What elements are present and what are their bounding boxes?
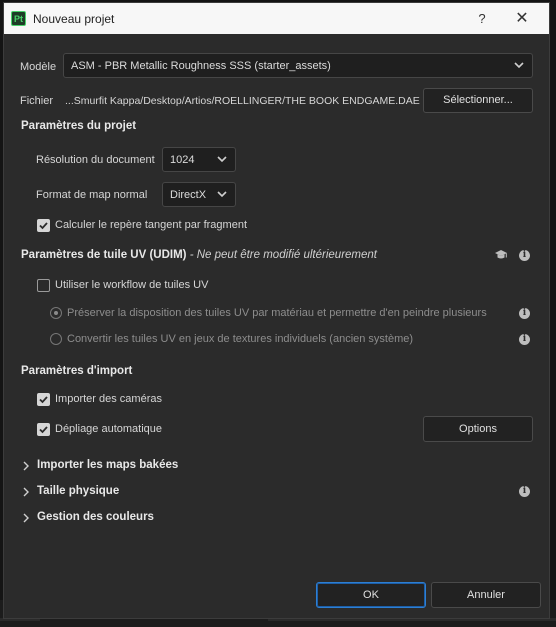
resolution-label: Résolution du document: [36, 154, 155, 166]
ok-button[interactable]: OK: [316, 582, 426, 608]
file-label: Fichier: [20, 95, 54, 107]
auto-unwrap-label: Dépliage automatique: [55, 423, 163, 435]
baked-maps-label: Importer les maps bakées: [37, 459, 179, 471]
resolution-value: 1024: [170, 154, 195, 166]
info-icon[interactable]: i: [519, 334, 530, 345]
painter-app-icon: Pt: [11, 11, 26, 26]
udim-heading: Paramètres de tuile UV (UDIM) - Ne peut …: [21, 249, 377, 261]
tangent-label: Calculer le repère tangent par fragment: [55, 219, 247, 231]
info-icon[interactable]: i: [519, 486, 530, 497]
window-title: Nouveau projet: [33, 12, 115, 26]
chevron-down-icon: [514, 62, 524, 69]
model-value: ASM - PBR Metallic Roughness SSS (starte…: [71, 60, 331, 72]
import-cameras-checkbox[interactable]: [37, 393, 50, 406]
check-icon: [39, 222, 48, 230]
select-file-button[interactable]: Sélectionner...: [423, 88, 533, 113]
import-settings-heading: Paramètres d'import: [21, 365, 133, 377]
resolution-select[interactable]: 1024: [162, 147, 236, 172]
chevron-right-icon: [23, 513, 29, 523]
chevron-down-icon: [217, 191, 227, 198]
new-project-dialog: Pt Nouveau projet ? ✕ Modèle ASM - PBR M…: [3, 2, 550, 619]
options-button[interactable]: Options: [423, 416, 533, 442]
chevron-right-icon: [23, 461, 29, 471]
project-settings-heading: Paramètres du projet: [21, 120, 137, 132]
chevron-down-icon: [217, 156, 227, 163]
graduation-cap-icon[interactable]: [494, 249, 508, 261]
check-icon: [39, 426, 48, 434]
normal-format-label: Format de map normal: [36, 189, 148, 201]
cancel-button[interactable]: Annuler: [431, 582, 541, 608]
color-management-label: Gestion des couleurs: [37, 511, 154, 523]
uv-tile-workflow-label: Utiliser le workflow de tuiles UV: [55, 279, 209, 291]
chevron-right-icon: [23, 487, 29, 497]
help-button[interactable]: ?: [472, 9, 492, 29]
tangent-checkbox[interactable]: [37, 219, 50, 232]
convert-tiles-radio[interactable]: [50, 333, 62, 345]
close-button[interactable]: ✕: [512, 9, 532, 29]
normal-format-select[interactable]: DirectX: [162, 182, 236, 207]
physical-size-label: Taille physique: [37, 485, 120, 497]
preserve-tiles-label: Préserver la disposition des tuiles UV p…: [67, 307, 487, 319]
preserve-tiles-radio[interactable]: [50, 307, 62, 319]
file-path: ...Smurfit Kappa/Desktop/Artios/ROELLING…: [65, 95, 420, 107]
auto-unwrap-checkbox[interactable]: [37, 423, 50, 436]
info-icon[interactable]: i: [519, 308, 530, 319]
model-select[interactable]: ASM - PBR Metallic Roughness SSS (starte…: [63, 53, 533, 78]
udim-heading-text: Paramètres de tuile UV (UDIM): [21, 249, 187, 261]
udim-note: - Ne peut être modifié ultérieurement: [186, 249, 377, 261]
convert-tiles-label: Convertir les tuiles UV en jeux de textu…: [67, 333, 414, 345]
uv-tile-workflow-checkbox[interactable]: [37, 279, 50, 292]
model-label: Modèle: [20, 61, 57, 73]
check-icon: [39, 396, 48, 404]
normal-format-value: DirectX: [170, 189, 207, 201]
import-cameras-label: Importer des caméras: [55, 393, 162, 405]
info-icon[interactable]: i: [519, 250, 530, 261]
title-bar: Pt Nouveau projet ? ✕: [4, 3, 549, 34]
